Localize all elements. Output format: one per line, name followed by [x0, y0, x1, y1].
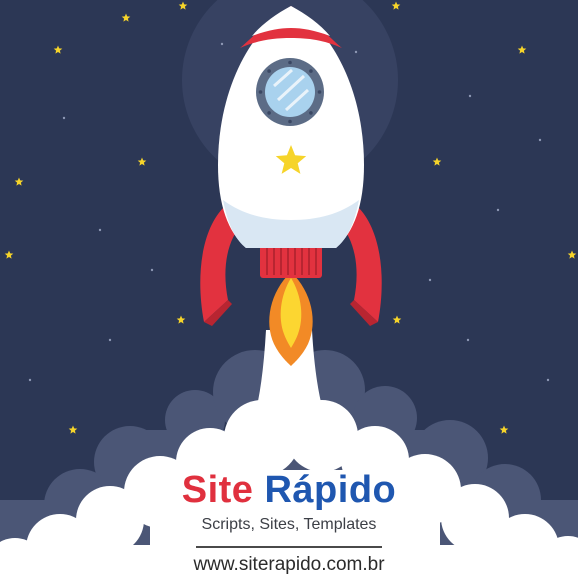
brand-tagline: Scripts, Sites, Templates — [201, 516, 377, 533]
sparkle-dot — [546, 378, 550, 382]
sparkle-dot — [62, 116, 66, 120]
rivet — [267, 111, 271, 115]
rivet — [258, 90, 263, 94]
brand-url: www.siterapido.com.br — [193, 554, 385, 575]
rivet — [309, 69, 313, 73]
sparkle-dot — [150, 268, 154, 272]
sparkle-dot — [428, 278, 432, 282]
rivet — [317, 90, 322, 94]
brand-logo: Site Rápido — [0, 466, 578, 514]
divider — [196, 546, 382, 548]
sparkle-dot — [98, 228, 102, 232]
rivet — [267, 69, 271, 73]
brand-name-site: Site — [181, 469, 254, 511]
brand-name-rapido: Rápido — [264, 469, 397, 511]
rivet — [288, 60, 292, 65]
rivet — [309, 111, 313, 115]
sparkle-dot — [108, 338, 112, 342]
sparkle-dot — [468, 94, 472, 98]
sparkle-dot — [538, 138, 542, 142]
poster: Site Rápido Scripts, Sites, Templates ww… — [0, 0, 578, 578]
sparkle-dot — [28, 378, 32, 382]
sparkle-dot — [220, 42, 224, 46]
sparkle-dot — [354, 50, 358, 54]
sparkle-dot — [496, 208, 500, 212]
rivet — [288, 119, 292, 124]
sparkle-dot — [466, 338, 470, 342]
